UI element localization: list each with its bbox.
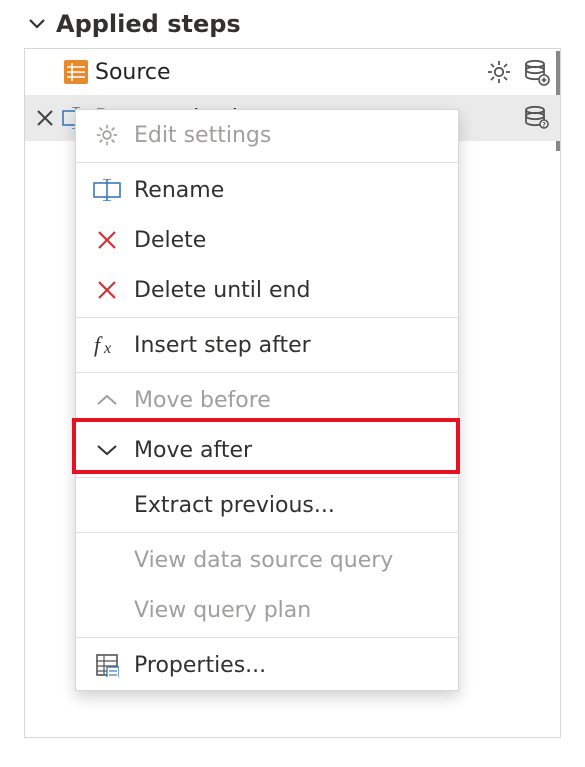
menu-label: Move before [134,388,442,413]
svg-text:x: x [103,340,111,357]
menu-label: View data source query [134,548,442,573]
menu-view-data-source-query: View data source query [76,535,458,585]
menu-label: Move after [134,438,442,463]
database-query-icon[interactable]: ? [522,104,550,132]
rename-icon [92,179,122,201]
menu-delete-until-end[interactable]: Delete until end [76,265,458,315]
menu-separator [76,532,458,533]
panel-title: Applied steps [56,10,241,38]
gear-icon[interactable] [486,59,512,85]
steps-panel: Source [24,48,561,738]
menu-label: Extract previous... [134,493,442,518]
database-icon[interactable] [522,58,550,86]
menu-properties[interactable]: Properties... [76,640,458,690]
menu-move-before: Move before [76,375,458,425]
menu-separator [76,372,458,373]
menu-separator [76,477,458,478]
chevron-up-icon [92,393,122,407]
menu-label: View query plan [134,598,442,623]
chevron-down-icon [28,15,46,33]
delete-icon [92,230,122,250]
menu-label: Edit settings [134,123,442,148]
menu-insert-step-after[interactable]: f x Insert step after [76,320,458,370]
properties-icon [92,653,122,677]
fx-icon: f x [92,333,122,357]
source-icon [59,59,93,85]
menu-separator [76,317,458,318]
menu-label: Delete [134,228,442,253]
menu-separator [76,637,458,638]
step-label: Source [93,60,486,85]
menu-separator [76,162,458,163]
menu-label: Insert step after [134,333,442,358]
close-icon[interactable] [36,109,54,127]
menu-extract-previous[interactable]: Extract previous... [76,480,458,530]
step-row-source[interactable]: Source [25,49,560,95]
menu-label: Properties... [134,653,442,678]
menu-view-query-plan: View query plan [76,585,458,635]
gear-icon [92,123,122,147]
menu-label: Rename [134,178,442,203]
chevron-down-icon [92,443,122,457]
menu-delete[interactable]: Delete [76,215,458,265]
menu-label: Delete until end [134,278,442,303]
svg-text:?: ? [542,121,546,129]
applied-steps-header[interactable]: Applied steps [24,6,561,48]
svg-text:f: f [94,333,103,357]
menu-edit-settings: Edit settings [76,110,458,160]
menu-rename[interactable]: Rename [76,165,458,215]
menu-move-after[interactable]: Move after [76,425,458,475]
delete-icon [92,280,122,300]
step-context-menu: Edit settings Rename Delete [75,109,459,691]
